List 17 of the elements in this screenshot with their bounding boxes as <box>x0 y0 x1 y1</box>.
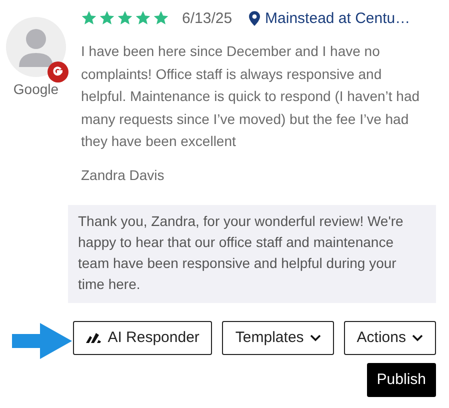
dropdown-button[interactable]: Templates <box>222 320 334 354</box>
chevron-down-icon <box>310 334 321 342</box>
ai-responder-button[interactable]: AI Responder <box>72 320 212 354</box>
publish-button[interactable]: Publish <box>366 362 436 396</box>
location-link[interactable]: Mainstead at Centu… <box>265 10 410 26</box>
reviewer-name: Zandra Davis <box>81 166 166 182</box>
location-pin-icon <box>249 10 260 26</box>
review-date: 6/13/25 <box>182 10 232 26</box>
source-label: Google <box>13 81 59 97</box>
google-badge-icon <box>47 61 69 83</box>
review-text: I have been here since December and I have no complaints! Office staff is always responsive and helpful. Maintenance is quick to respond (I haven’t had many requests since I’ve moved) but the fee I’ve had they have been excellent <box>81 42 421 151</box>
reply-text: Thank you, Zandra, for your wonderful review! We're happy to hear that our office staff and maintenance team have been responsive and helpful during your time here. <box>68 204 436 302</box>
avatar-icon <box>6 17 66 77</box>
chevron-down-icon <box>412 334 423 342</box>
arrow-icon <box>10 320 74 360</box>
dropdown-button[interactable]: Actions <box>344 320 436 354</box>
ai-logo-icon <box>86 332 102 344</box>
